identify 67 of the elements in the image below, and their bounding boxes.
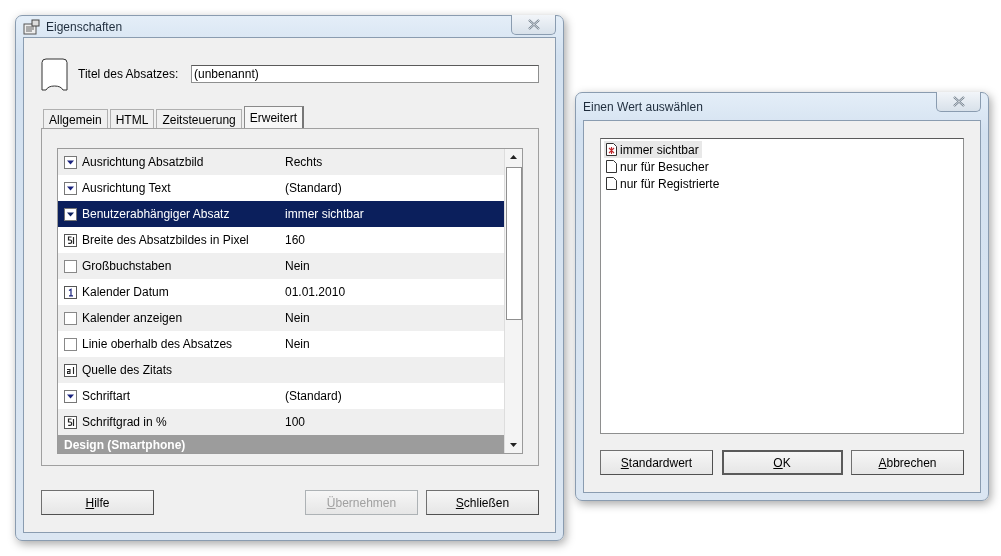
title-input[interactable]: (unbenannt): [191, 65, 539, 83]
dropdown-icon[interactable]: [64, 389, 77, 403]
property-value: immer sichtbar: [285, 207, 364, 221]
property-name: Kalender Datum: [82, 285, 170, 299]
paragraph-icon: [41, 57, 68, 91]
property-name: Linie oberhalb des Absatzes: [82, 337, 234, 351]
property-row[interactable]: Quelle des Zitats: [58, 357, 504, 383]
scroll-thumb[interactable]: [506, 167, 522, 320]
dialog-button[interactable]: Hilfe: [41, 490, 154, 515]
number-field-icon: [64, 415, 77, 429]
checkbox[interactable]: [64, 337, 77, 351]
value-list[interactable]: immer sichtbar nur für Besucher nur für Registrierte: [600, 138, 964, 434]
list-item[interactable]: nur für Registrierte: [604, 175, 723, 192]
property-value: 160: [285, 233, 306, 247]
list-item[interactable]: nur für Besucher: [604, 158, 712, 175]
property-name: Benutzerabhängiger Absatz: [82, 207, 231, 221]
property-value: (Standard): [285, 181, 342, 195]
property-name: Quelle des Zitats: [82, 363, 174, 377]
property-value: Nein: [285, 259, 310, 273]
checkbox[interactable]: [64, 259, 77, 273]
property-row[interactable]: Benutzerabhängiger Absatz immer sichtbar: [58, 201, 504, 227]
dropdown-icon[interactable]: [64, 181, 77, 195]
property-name: Schriftgrad in %: [82, 415, 168, 429]
property-value: Rechts: [285, 155, 323, 169]
tab[interactable]: Erweitert: [243, 106, 305, 128]
category-header: Design (Smartphone): [58, 435, 504, 453]
property-row[interactable]: Schriftgrad in % 100: [58, 409, 504, 435]
property-value: Nein: [285, 337, 310, 351]
tab[interactable]: Allgemein: [43, 109, 108, 128]
property-value: 100: [285, 415, 306, 429]
window-title: Einen Wert auswählen: [583, 99, 703, 114]
property-name: Ausrichtung Absatzbild: [82, 155, 205, 169]
property-name: Großbuchstaben: [82, 259, 173, 273]
document-icon: [606, 177, 617, 190]
dialog-button[interactable]: Schließen: [426, 490, 539, 515]
property-name: Schriftart: [82, 389, 131, 403]
properties-icon: [23, 18, 40, 35]
tab[interactable]: HTML: [109, 109, 155, 128]
dialog-button[interactable]: Standardwert: [600, 450, 713, 475]
close-icon: [951, 96, 966, 107]
list-item[interactable]: immer sichtbar: [604, 141, 702, 158]
property-row[interactable]: Ausrichtung Absatzbild Rechts: [58, 149, 504, 175]
close-button[interactable]: [936, 92, 981, 112]
text-field-icon: [64, 363, 77, 377]
dropdown-icon[interactable]: [64, 207, 77, 221]
close-button[interactable]: [511, 15, 556, 35]
property-row[interactable]: Kalender anzeigen Nein: [58, 305, 504, 331]
calendar-icon: [64, 285, 77, 299]
property-row[interactable]: Großbuchstaben Nein: [58, 253, 504, 279]
window-title: Eigenschaften: [46, 19, 123, 34]
title-label: Titel des Absatzes:: [78, 67, 180, 81]
document-icon: [606, 160, 617, 173]
checkbox[interactable]: [64, 311, 77, 325]
tab[interactable]: Zeitsteuerung: [156, 109, 242, 128]
document-icon: [606, 143, 617, 156]
number-field-icon: [64, 233, 77, 247]
property-name: Kalender anzeigen: [82, 311, 184, 325]
property-value: 01.01.2010: [285, 285, 346, 299]
dialog-button[interactable]: Abbrechen: [851, 450, 964, 475]
scrollbar[interactable]: [504, 149, 522, 453]
dialog-button[interactable]: OK: [721, 450, 843, 475]
property-name: Ausrichtung Text: [82, 181, 172, 195]
property-value: Nein: [285, 311, 310, 325]
property-value: (Standard): [285, 389, 342, 403]
property-name: Breite des Absatzbildes in Pixel: [82, 233, 250, 247]
close-icon: [526, 19, 541, 30]
dropdown-icon[interactable]: [64, 155, 77, 169]
